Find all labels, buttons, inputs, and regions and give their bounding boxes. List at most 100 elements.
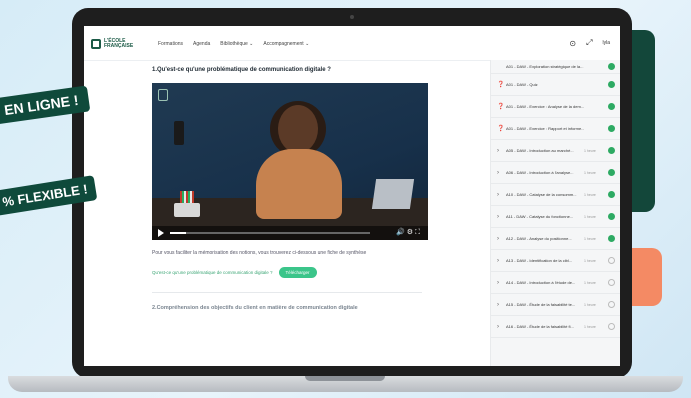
incomplete-circle-icon — [608, 279, 615, 286]
lesson-list: A01 - DAW - Exploration stratégique de l… — [491, 60, 620, 338]
chevron-right-icon: › — [497, 147, 499, 154]
video-pencil-pot — [174, 203, 200, 217]
nav-link-bibliotheque[interactable]: Bibliothèque ⌄ — [220, 41, 253, 47]
sidebar-lesson-label: A01 - DAW - Exercice : Analyse de la dem… — [506, 104, 584, 109]
sidebar-lesson-item[interactable]: › A05 - DAW - Introduction au marché... 1 … — [491, 140, 620, 162]
resource-link[interactable]: Qu'est-ce qu'une problématique de commun… — [152, 270, 273, 275]
sidebar-lesson-item[interactable]: ❓ A01 - DAW - Exercice : Analyse de la de… — [491, 96, 620, 118]
chevron-right-icon: › — [497, 169, 499, 176]
chevron-right-icon: › — [497, 235, 499, 242]
chevron-right-icon: › — [497, 257, 499, 264]
sidebar-lesson-item[interactable]: › A15 - DAW - Étude de la faisabilité te.… — [491, 294, 620, 316]
sidebar-lesson-label: A10 - DAW - Catalyse de la consomm... — [506, 192, 577, 197]
laptop-notch — [305, 376, 385, 381]
video-person-body — [256, 149, 342, 219]
sidebar-lesson-label: A06 - DAW - Introduction à l'analyse... — [506, 170, 574, 175]
notification-icon[interactable]: ⊙ — [569, 39, 576, 48]
sidebar-lesson-duration: 1 heure — [584, 258, 596, 263]
main-content: 1.Qu'est-ce qu'une problématique de comm… — [84, 60, 490, 366]
nav-right: ⊙ ⤢ lyla — [569, 38, 610, 48]
sidebar-lesson-item[interactable]: ❓ A01 - DAW - Exercice : Rapport et infor… — [491, 118, 620, 140]
sidebar-lesson-duration: 1 heure — [584, 302, 596, 307]
sidebar-lesson-item[interactable]: A01 - DAW - Exploration stratégique de l… — [491, 60, 620, 74]
sidebar-lesson-label: A01 - DAW - Quiz — [506, 82, 538, 87]
completed-check-icon — [608, 63, 615, 70]
video-controls: 🔊⚙⛶ — [152, 226, 428, 240]
nav-link-accompagnement[interactable]: Accompagnement ⌄ — [263, 41, 309, 47]
sidebar-lesson-label: A13 - DAW - Identification de la cibl... — [506, 258, 573, 263]
completed-check-icon — [608, 235, 615, 242]
lesson-title: 1.Qu'est-ce qu'une problématique de comm… — [152, 67, 331, 73]
sidebar-lesson-label: A15 - DAW - Étude de la faisabilité te..… — [506, 302, 576, 307]
sidebar-lesson-duration: 1 heure — [584, 148, 596, 153]
sidebar-lesson-duration: 1 heure — [584, 170, 596, 175]
webcam — [350, 15, 354, 19]
video-watermark-logo-icon — [158, 89, 168, 101]
video-player[interactable]: 🔊⚙⛶ — [152, 83, 428, 240]
laptop-base — [8, 376, 683, 392]
nav-link-formations[interactable]: Formations — [158, 41, 183, 47]
video-control-icons[interactable]: 🔊⚙⛶ — [396, 228, 422, 237]
laptop-screen: L'ÉCOLE FRANÇAISE Formations Agenda Bibl… — [84, 26, 620, 366]
quiz-icon: ❓ — [497, 82, 505, 88]
incomplete-circle-icon — [608, 323, 615, 330]
top-navigation: L'ÉCOLE FRANÇAISE Formations Agenda Bibl… — [84, 26, 620, 61]
video-lamp — [174, 121, 184, 145]
video-person-head — [278, 105, 318, 153]
sidebar-lesson-duration: 1 heure — [584, 280, 596, 285]
sidebar-lesson-duration: 1 heure — [584, 192, 596, 197]
sidebar-lesson-item[interactable]: › A10 - DAW - Catalyse de la consomm... 1 … — [491, 184, 620, 206]
logo[interactable]: L'ÉCOLE FRANÇAISE — [91, 39, 136, 49]
chevron-right-icon: › — [497, 191, 499, 198]
nav-links: Formations Agenda Bibliothèque ⌄ Accompa… — [158, 41, 309, 47]
play-icon[interactable] — [158, 229, 164, 237]
sidebar-lesson-label: A11 - DAW - Catalyse du fonctionne... — [506, 214, 574, 219]
user-name[interactable]: lyla — [602, 40, 610, 46]
laptop-frame: L'ÉCOLE FRANÇAISE Formations Agenda Bibl… — [72, 8, 632, 378]
video-laptop-prop — [371, 179, 415, 209]
completed-check-icon — [608, 147, 615, 154]
sidebar-lesson-item[interactable]: › A06 - DAW - Introduction à l'analyse...… — [491, 162, 620, 184]
sidebar-lesson-duration: 1 heure — [584, 214, 596, 219]
divider — [152, 292, 422, 293]
completed-check-icon — [608, 191, 615, 198]
incomplete-circle-icon — [608, 301, 615, 308]
chevron-right-icon: › — [497, 323, 499, 330]
download-button[interactable]: Télécharger — [278, 267, 317, 278]
video-progress-bar[interactable] — [170, 232, 370, 234]
chevron-right-icon: › — [497, 213, 499, 220]
sidebar-lesson-item[interactable]: › A12 - DAW - Analyse du positionne... 1 h… — [491, 228, 620, 250]
resource-description: Pour vous faciliter la mémorisation des … — [152, 250, 367, 256]
fullscreen-icon[interactable]: ⤢ — [586, 38, 592, 48]
sidebar-lesson-label: A01 - DAW - Exploration stratégique de l… — [506, 64, 584, 69]
completed-check-icon — [608, 81, 615, 88]
logo-text: L'ÉCOLE FRANÇAISE — [104, 38, 134, 49]
sidebar-lesson-label: A16 - DAW - Étude de la faisabilité fi..… — [506, 324, 574, 329]
chevron-right-icon: › — [497, 279, 499, 286]
video-progress-fill — [170, 232, 186, 234]
completed-check-icon — [608, 103, 615, 110]
sidebar-lesson-label: A14 - DAW - Introduction à l'étude de... — [506, 280, 576, 285]
completed-check-icon — [608, 125, 615, 132]
completed-check-icon — [608, 213, 615, 220]
quiz-icon: ❓ — [497, 126, 505, 132]
logo-mark-icon — [91, 39, 101, 49]
sidebar-lesson-label: A01 - DAW - Exercice : Rapport et inform… — [506, 126, 584, 131]
quiz-icon: ❓ — [497, 104, 505, 110]
sidebar-lesson-item[interactable]: ❓ A01 - DAW - Quiz — [491, 74, 620, 96]
sidebar-lesson-item[interactable]: › A11 - DAW - Catalyse du fonctionne... 1 … — [491, 206, 620, 228]
sidebar-lesson-item[interactable]: › A13 - DAW - Identification de la cibl..… — [491, 250, 620, 272]
incomplete-circle-icon — [608, 257, 615, 264]
sidebar-lesson-duration: 1 heure — [584, 324, 596, 329]
sidebar-lesson-label: A05 - DAW - Introduction au marché... — [506, 148, 574, 153]
sidebar-lesson-duration: 1 heure — [584, 236, 596, 241]
sidebar-lesson-item[interactable]: › A16 - DAW - Étude de la faisabilité fi.… — [491, 316, 620, 338]
nav-link-agenda[interactable]: Agenda — [193, 41, 210, 47]
sidebar-lesson-item[interactable]: › A14 - DAW - Introduction à l'étude de..… — [491, 272, 620, 294]
next-section-title[interactable]: 2.Compréhension des objectifs du client … — [152, 305, 358, 311]
course-sidebar: A01 - DAW - Exploration stratégique de l… — [490, 60, 620, 366]
sidebar-lesson-label: A12 - DAW - Analyse du positionne... — [506, 236, 572, 241]
completed-check-icon — [608, 169, 615, 176]
resource-row: Qu'est-ce qu'une problématique de commun… — [152, 267, 317, 278]
chevron-right-icon: › — [497, 301, 499, 308]
